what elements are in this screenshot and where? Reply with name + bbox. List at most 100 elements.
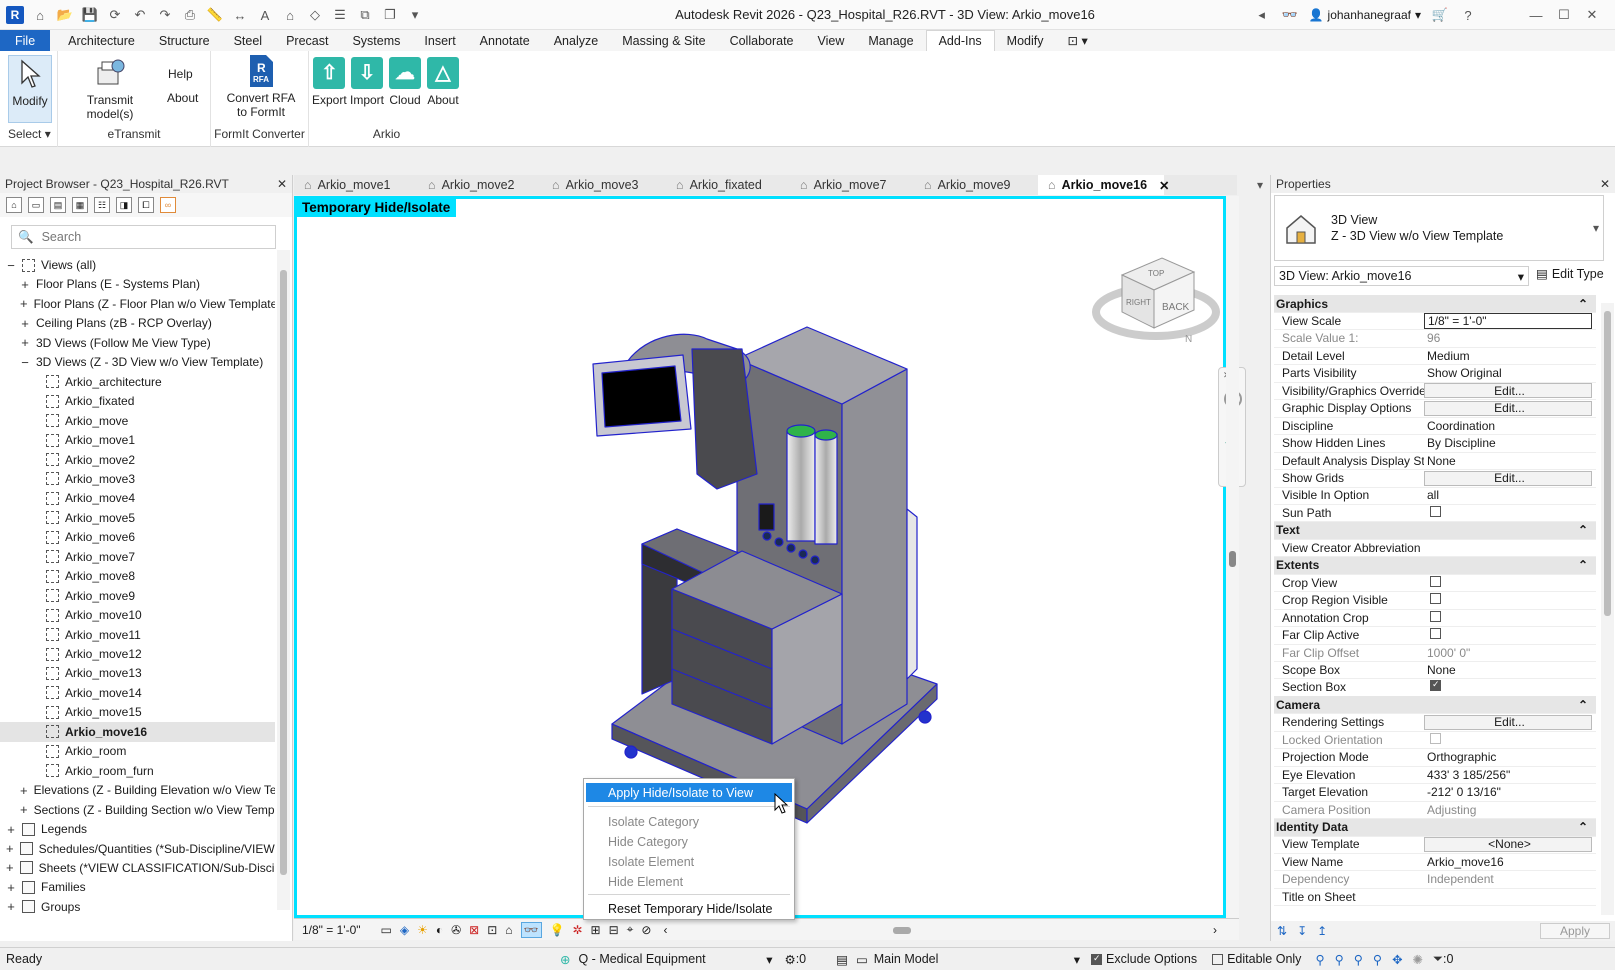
tab-file[interactable]: File bbox=[0, 30, 51, 51]
tree-node[interactable]: + Sheets (*VIEW CLASSIFICATION/Sub-Discip… bbox=[0, 858, 275, 878]
section-icon[interactable]: ◇ bbox=[306, 6, 324, 24]
open-icon[interactable]: 📂 bbox=[56, 6, 74, 24]
view-tree-item[interactable]: Arkio_move6 bbox=[0, 527, 275, 547]
expand-icon[interactable]: + bbox=[6, 822, 16, 837]
print-icon[interactable]: ⎙ bbox=[181, 6, 199, 24]
view-tab[interactable]: ⌂ Arkio_move2 bbox=[418, 175, 542, 195]
view-tab[interactable]: ⌂ Arkio_move7 bbox=[790, 175, 914, 195]
arrow-left-icon[interactable]: ◂ bbox=[1253, 6, 1271, 24]
property-checkbox[interactable] bbox=[1430, 505, 1441, 517]
collapse-icon[interactable]: − bbox=[20, 355, 30, 370]
active-workset-dropdown[interactable]: Q - Medical Equipment ▾ bbox=[578, 952, 778, 967]
sort-ascending-icon[interactable]: ↧ bbox=[1297, 924, 1307, 938]
convert-rfa-button[interactable]: RFA R Convert RFA to FormIt bbox=[221, 55, 301, 119]
tab-manage[interactable]: Manage bbox=[856, 30, 925, 51]
arkio-export-button[interactable]: ⇧ Export bbox=[312, 57, 347, 107]
revit-logo[interactable]: R bbox=[6, 6, 24, 24]
hide-element-item[interactable]: Hide Element bbox=[586, 872, 792, 891]
property-value[interactable]: 433' 3 185/256" bbox=[1424, 768, 1596, 782]
switch-windows-icon[interactable]: ❐ bbox=[381, 6, 399, 24]
families-icon[interactable]: ◨ bbox=[116, 197, 132, 213]
property-value[interactable]: 1/8" = 1'-0" bbox=[1424, 312, 1592, 329]
links-icon[interactable]: ∞ bbox=[160, 197, 176, 213]
sun-path-icon[interactable]: ☀ bbox=[417, 923, 428, 937]
edit-button[interactable]: Edit... bbox=[1424, 470, 1592, 486]
instance-selector[interactable]: 3D View: Arkio_move16 ▾ bbox=[1274, 266, 1529, 286]
tab-steel[interactable]: Steel bbox=[222, 30, 275, 51]
tab-collaborate[interactable]: Collaborate bbox=[718, 30, 806, 51]
reveal-hidden-icon[interactable]: 💡 bbox=[550, 923, 565, 937]
worksharing-icon[interactable]: ✲ bbox=[572, 923, 582, 937]
property-value[interactable]: Coordination bbox=[1424, 419, 1596, 433]
view-tree-item[interactable]: Arkio_move10 bbox=[0, 605, 275, 625]
temporary-hide-isolate-icon[interactable]: 👓 bbox=[520, 921, 542, 938]
text-icon[interactable]: A bbox=[256, 6, 274, 24]
tree-node[interactable]: + Groups bbox=[0, 897, 275, 917]
property-checkbox[interactable] bbox=[1430, 628, 1441, 640]
background-process-icon[interactable]: ✺ bbox=[1413, 952, 1423, 967]
schedules-icon[interactable]: ▦ bbox=[72, 197, 88, 213]
design-options-icon[interactable]: ▤ bbox=[836, 952, 848, 967]
collapse-icon[interactable]: ⌃ bbox=[1578, 820, 1588, 834]
view-tree-item[interactable]: Arkio_move16 bbox=[0, 721, 275, 742]
expand-icon[interactable]: + bbox=[20, 335, 30, 350]
view-tree-item[interactable]: Arkio_architecture bbox=[0, 372, 275, 392]
crop-region-icon[interactable]: ⊡ bbox=[487, 923, 497, 937]
home-icon[interactable]: ⌂ bbox=[31, 6, 49, 24]
tab-systems[interactable]: Systems bbox=[340, 30, 412, 51]
measure-icon[interactable]: 📏 bbox=[206, 6, 224, 24]
editing-requests-icon[interactable]: ⚙ bbox=[784, 952, 795, 967]
type-selector[interactable]: 3D View Z - 3D View w/o View Template ▾ bbox=[1274, 195, 1604, 261]
property-value[interactable]: None bbox=[1424, 454, 1596, 468]
collapse-icon[interactable]: ⌃ bbox=[1578, 698, 1588, 712]
cart-icon[interactable]: 🛒 bbox=[1431, 6, 1449, 24]
view-tab[interactable]: ⌂ Arkio_move9 bbox=[914, 175, 1038, 195]
ribbon-display-toggle[interactable]: ⊡ ▾ bbox=[1056, 30, 1100, 51]
tree-node[interactable]: + Schedules/Quantities (*Sub-Discipline/V… bbox=[0, 839, 275, 859]
collapse-icon[interactable]: ⌃ bbox=[1578, 558, 1588, 572]
customize-qat-icon[interactable]: ▾ bbox=[406, 6, 424, 24]
legends-icon[interactable]: ☷ bbox=[94, 197, 110, 213]
arkio-cloud-button[interactable]: ☁ Cloud bbox=[389, 57, 421, 107]
chevron-down-icon[interactable]: ▾ bbox=[1074, 952, 1080, 967]
reveal-constraints-icon[interactable]: ⌖ bbox=[627, 922, 634, 937]
tree-node[interactable]: −3D Views (Z - 3D View w/o View Template… bbox=[0, 352, 275, 372]
property-value[interactable]: Medium bbox=[1424, 349, 1596, 363]
viewport-horizontal-scrollbar[interactable] bbox=[675, 925, 1105, 935]
property-checkbox[interactable] bbox=[1430, 680, 1441, 692]
expand-icon[interactable]: + bbox=[20, 296, 28, 311]
property-value[interactable]: -212' 0 13/16" bbox=[1424, 785, 1596, 799]
drag-elements-icon[interactable]: ✥ bbox=[1392, 952, 1402, 967]
properties-scrollbar[interactable] bbox=[1601, 303, 1614, 915]
view-tab[interactable]: ⌂ Arkio_move3 bbox=[542, 175, 666, 195]
expand-icon[interactable]: + bbox=[6, 880, 16, 895]
visual-style-icon[interactable]: ◈ bbox=[400, 923, 409, 937]
view-tab[interactable]: ⌂ Arkio_fixated bbox=[666, 175, 790, 195]
tree-node[interactable]: + Ceiling Plans (zB - RCP Overlay) bbox=[0, 313, 275, 333]
tabs-overflow-icon[interactable]: ▾ bbox=[1257, 178, 1263, 192]
view-tree-item[interactable]: Arkio_move1 bbox=[0, 430, 275, 450]
apply-button[interactable]: Apply bbox=[1540, 923, 1610, 939]
reset-hide-isolate-item[interactable]: Reset Temporary Hide/Isolate bbox=[586, 899, 792, 918]
close-icon[interactable]: ✕ bbox=[1600, 177, 1610, 191]
transmit-models-button[interactable]: Transmit model(s) bbox=[62, 57, 158, 121]
view-tree-item[interactable]: Arkio_move5 bbox=[0, 508, 275, 528]
maximize-icon[interactable]: ☐ bbox=[1555, 6, 1573, 24]
tree-node[interactable]: + Sections (Z - Building Section w/o View… bbox=[0, 800, 275, 820]
view-tree-item[interactable]: Arkio_move8 bbox=[0, 566, 275, 586]
tree-node[interactable]: + Legends bbox=[0, 819, 275, 839]
binoculars-icon[interactable]: 👓 bbox=[1281, 6, 1299, 24]
property-section[interactable]: Graphics ⌃ bbox=[1274, 295, 1596, 313]
collapse-icon[interactable]: ⌃ bbox=[1578, 523, 1588, 537]
tree-node[interactable]: + Families bbox=[0, 877, 275, 897]
view-tree-item[interactable]: Arkio_move4 bbox=[0, 488, 275, 508]
tab-add-ins[interactable]: Add-Ins bbox=[925, 30, 995, 51]
property-checkbox[interactable] bbox=[1430, 593, 1441, 605]
property-checkbox[interactable] bbox=[1430, 610, 1441, 622]
edit-type-button[interactable]: ▤ Edit Type bbox=[1536, 266, 1604, 282]
active-design-option[interactable]: Main Model bbox=[874, 952, 1074, 966]
collapse-icon[interactable]: ⌃ bbox=[1578, 297, 1588, 311]
expand-icon[interactable]: + bbox=[20, 277, 30, 292]
property-checkbox[interactable] bbox=[1430, 575, 1441, 587]
view-tree-item[interactable]: Arkio_move bbox=[0, 411, 275, 431]
